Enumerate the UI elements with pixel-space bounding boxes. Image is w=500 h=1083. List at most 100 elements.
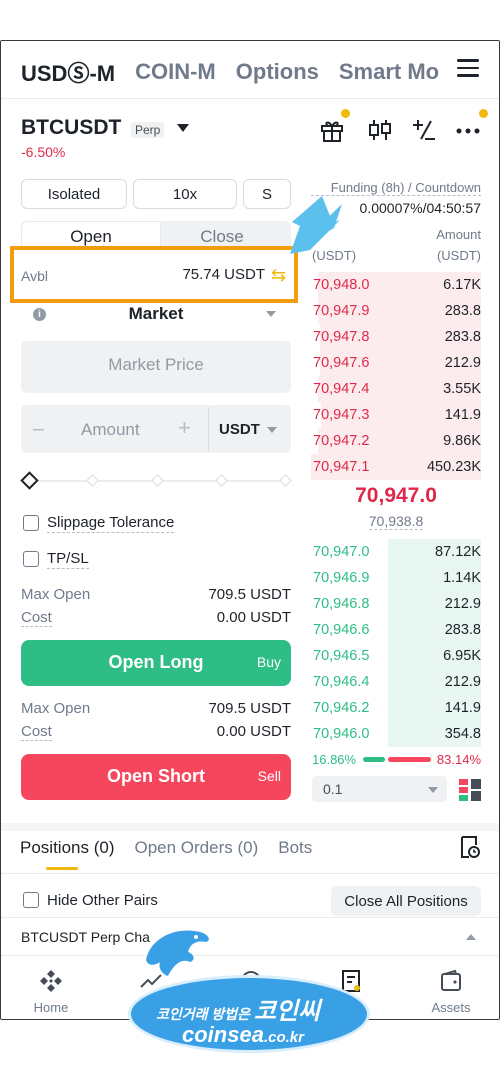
ask-amount: 450.23K <box>426 459 481 475</box>
slider-tick[interactable] <box>86 474 99 487</box>
history-icon[interactable] <box>459 835 481 859</box>
ask-amount: 212.9 <box>444 355 481 371</box>
ask-amount: 6.17K <box>443 277 481 293</box>
hide-other-pairs-label[interactable]: Hide Other Pairs <box>47 892 158 909</box>
transfer-icon[interactable]: ⇆ <box>271 265 286 286</box>
ask-price: 70,947.2 <box>313 433 370 449</box>
order-type-select[interactable]: Market <box>1 304 311 324</box>
collapse-caret-icon[interactable] <box>466 934 476 940</box>
ask-row[interactable]: 70,947.9 283.8 <box>311 298 481 324</box>
nav-home[interactable]: Home <box>11 969 91 1015</box>
nav-assets[interactable]: Assets <box>411 969 491 1015</box>
leverage-button[interactable]: 10x <box>133 179 237 209</box>
notification-dot <box>341 109 350 118</box>
calculator-icon[interactable] <box>411 117 437 143</box>
symbol-title[interactable]: BTCUSDT <box>21 116 121 140</box>
bid-row[interactable]: 70,946.2 141.9 <box>311 695 481 721</box>
ask-price: 70,947.1 <box>313 459 370 475</box>
watermark-url: coinsea.co.kr <box>182 1022 304 1048</box>
order-type-caret-icon[interactable] <box>266 311 276 317</box>
notification-dot <box>479 109 488 118</box>
bid-row[interactable]: 70,946.5 6.95K <box>311 643 481 669</box>
app-frame: USDⓈ-M COIN-M Options Smart Mo BTCUSDT P… <box>0 40 500 1020</box>
watermark-tld: .co.kr <box>263 1029 304 1046</box>
divider <box>1 917 499 918</box>
ask-price: 70,947.8 <box>313 329 370 345</box>
max-open-label: Max Open <box>21 586 91 603</box>
open-long-label: Open Long <box>108 652 204 672</box>
tab-coinm[interactable]: COIN-M <box>135 59 216 85</box>
annotation-arrow-icon <box>290 196 342 254</box>
more-options-icon[interactable] <box>455 117 481 143</box>
nav-assets-label: Assets <box>431 1000 471 1015</box>
bid-amount: 212.9 <box>444 596 481 612</box>
ask-row[interactable]: 70,948.0 6.17K <box>311 272 481 298</box>
sell-ratio: 83.14% <box>436 752 481 767</box>
bid-price: 70,946.9 <box>313 570 370 586</box>
orderbook-layout-icon[interactable] <box>459 779 481 801</box>
ask-row[interactable]: 70,947.6 212.9 <box>311 350 481 376</box>
ask-row[interactable]: 70,947.8 283.8 <box>311 324 481 350</box>
amount-unit-select[interactable]: USDT <box>219 421 260 438</box>
amount-decrease-button[interactable]: − <box>32 417 45 443</box>
tab-options[interactable]: Options <box>236 59 319 85</box>
tab-usdm[interactable]: USDⓈ-M <box>21 56 115 88</box>
slippage-label[interactable]: Slippage Tolerance <box>47 514 175 533</box>
tpsl-label[interactable]: TP/SL <box>47 550 89 569</box>
candlestick-chart-icon[interactable] <box>367 117 393 143</box>
buy-ratio-bar <box>363 757 385 762</box>
bid-row[interactable]: 70,946.6 283.8 <box>311 617 481 643</box>
amount-increase-button[interactable]: + <box>178 415 191 441</box>
slider-tick[interactable] <box>215 474 228 487</box>
open-short-button[interactable]: Open Short Sell <box>21 754 291 800</box>
bid-price: 70,947.0 <box>313 544 370 560</box>
margin-mode-button[interactable]: Isolated <box>21 179 127 209</box>
tab-bots[interactable]: Bots <box>278 838 312 858</box>
depth-caret-icon[interactable] <box>428 787 438 793</box>
buy-label: Buy <box>256 654 281 670</box>
ask-row[interactable]: 70,947.1 450.23K <box>311 454 481 480</box>
ask-amount: 283.8 <box>444 303 481 319</box>
amount-slider-handle[interactable] <box>20 471 39 490</box>
avbl-label: Avbl <box>21 268 48 284</box>
bid-row[interactable]: 70,947.0 87.12K <box>311 539 481 565</box>
bid-row[interactable]: 70,946.0 354.8 <box>311 721 481 747</box>
ask-row[interactable]: 70,947.4 3.55K <box>311 376 481 402</box>
price-change: -6.50% <box>21 144 66 160</box>
divider <box>1 98 499 99</box>
bid-row[interactable]: 70,946.9 1.14K <box>311 565 481 591</box>
hide-other-pairs-checkbox[interactable] <box>23 892 39 908</box>
tpsl-checkbox[interactable] <box>23 551 39 567</box>
market-tabs: USDⓈ-M COIN-M Options Smart Mo <box>21 55 499 89</box>
tab-smart-money[interactable]: Smart Mo <box>339 59 439 85</box>
gift-icon[interactable] <box>319 117 345 143</box>
hamburger-menu-icon[interactable] <box>457 59 479 77</box>
bid-row[interactable]: 70,946.8 212.9 <box>311 591 481 617</box>
funding-label[interactable]: Funding (8h) / Countdown <box>311 180 481 196</box>
close-all-positions-button[interactable]: Close All Positions <box>331 886 481 916</box>
bid-price: 70,946.5 <box>313 648 370 664</box>
tab-open-orders[interactable]: Open Orders (0) <box>134 838 258 858</box>
cost-value: 0.00 USDT <box>216 723 291 740</box>
slider-tick[interactable] <box>151 474 164 487</box>
ask-row[interactable]: 70,947.2 9.86K <box>311 428 481 454</box>
slippage-checkbox[interactable] <box>23 515 39 531</box>
size-mode-button[interactable]: S <box>243 179 291 209</box>
watermark-brand-text: 코인씨 <box>253 998 321 1025</box>
ask-price: 70,948.0 <box>313 277 370 293</box>
chart-row-label[interactable]: BTCUSDT Perp Cha <box>21 929 150 945</box>
bid-price: 70,946.8 <box>313 596 370 612</box>
amount-input[interactable]: Amount <box>81 420 140 440</box>
ask-row[interactable]: 70,947.3 141.9 <box>311 402 481 428</box>
open-long-button[interactable]: Open Long Buy <box>21 640 291 686</box>
symbol-dropdown-icon[interactable] <box>177 124 189 132</box>
bid-amount: 6.95K <box>443 648 481 664</box>
last-price[interactable]: 70,947.0 <box>311 484 481 508</box>
slider-tick[interactable] <box>279 474 292 487</box>
bid-row[interactable]: 70,946.4 212.9 <box>311 669 481 695</box>
bid-price: 70,946.2 <box>313 700 370 716</box>
divider <box>1 873 499 874</box>
tab-positions[interactable]: Positions (0) <box>20 838 114 858</box>
unit-caret-icon[interactable] <box>267 427 277 433</box>
home-icon <box>40 970 62 992</box>
